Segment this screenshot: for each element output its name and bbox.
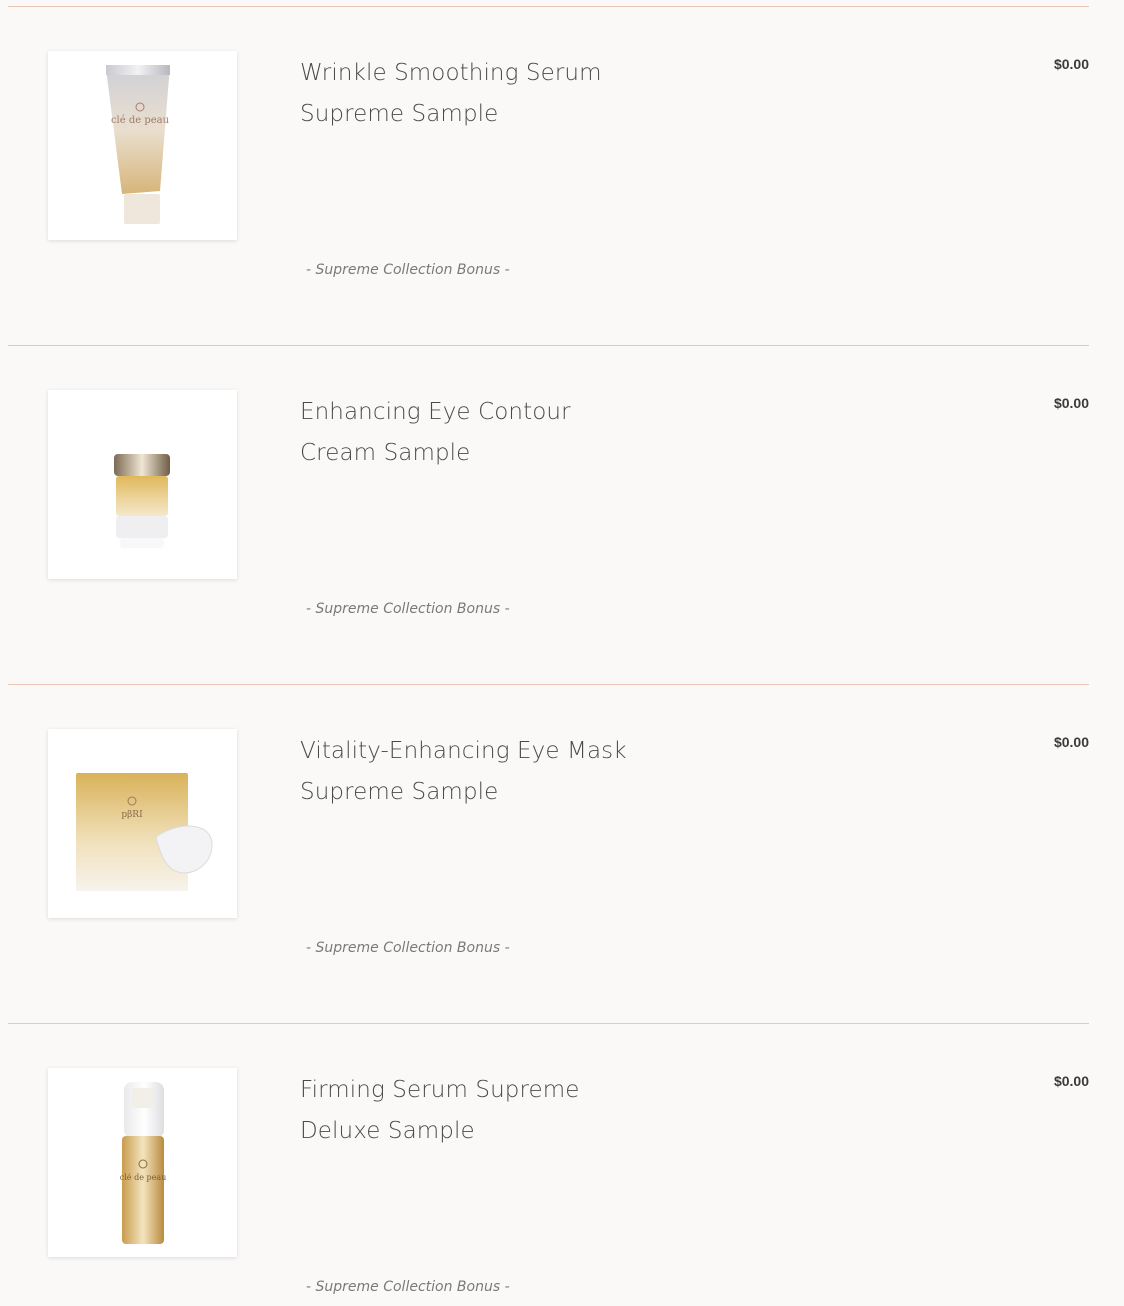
product-image-serum-pump[interactable]: clé de peau [48,1068,237,1257]
product-price: $0.00 [1053,1073,1089,1089]
product-title[interactable]: Wrinkle Smoothing Serum Supreme Sample [300,53,660,135]
item-divider [8,684,1089,685]
product-price: $0.00 [1053,395,1089,411]
product-title[interactable]: Enhancing Eye Contour Cream Sample [300,392,660,474]
bonus-note: - Supreme Collection Bonus - [306,601,510,617]
product-title-line[interactable]: Enhancing Eye Contour [300,392,660,433]
product-image-eye-cream-jar[interactable] [48,390,237,579]
product-title-line[interactable]: Deluxe Sample [300,1111,660,1152]
product-title-line[interactable]: Vitality-Enhancing Eye Mask [300,731,660,772]
product-image-eye-mask[interactable]: pβRI [48,729,237,918]
svg-text:clé de peau: clé de peau [111,115,170,126]
bonus-note: - Supreme Collection Bonus - [306,940,510,956]
cart-item: Enhancing Eye Contour Cream Sample $0.00… [0,339,1124,678]
product-price: $0.00 [1053,56,1089,72]
cart-item-list: clé de peau Wrinkle Smoothing Serum Supr… [0,0,1124,1306]
serum-tube-icon: clé de peau [106,65,170,224]
svg-text:pβRI: pβRI [121,810,143,820]
product-title-line[interactable]: Supreme Sample [300,772,660,813]
item-divider [8,6,1089,7]
product-title[interactable]: Firming Serum Supreme Deluxe Sample [300,1070,660,1152]
product-image-serum-tube[interactable]: clé de peau [48,51,237,240]
cart-item: clé de peau Firming Serum Supreme Deluxe… [0,1017,1124,1306]
eye-mask-packet-icon: pβRI [76,773,213,891]
eye-cream-jar-icon [114,454,170,548]
item-divider [8,1023,1089,1024]
bonus-note: - Supreme Collection Bonus - [306,1279,510,1295]
cart-item: pβRI Vitality-Enhancing Eye Mask Supreme… [0,678,1124,1017]
product-title-line[interactable]: Firming Serum Supreme [300,1070,660,1111]
cart-item: clé de peau Wrinkle Smoothing Serum Supr… [0,0,1124,339]
product-title-line[interactable]: Supreme Sample [300,94,660,135]
product-title-line[interactable]: Wrinkle Smoothing Serum [300,53,660,94]
serum-pump-bottle-icon: clé de peau [120,1082,167,1244]
svg-text:clé de peau: clé de peau [120,1173,167,1182]
item-divider [8,345,1089,346]
product-price: $0.00 [1053,734,1089,750]
bonus-note: - Supreme Collection Bonus - [306,262,510,278]
product-title-line[interactable]: Cream Sample [300,433,660,474]
product-title[interactable]: Vitality-Enhancing Eye Mask Supreme Samp… [300,731,660,813]
